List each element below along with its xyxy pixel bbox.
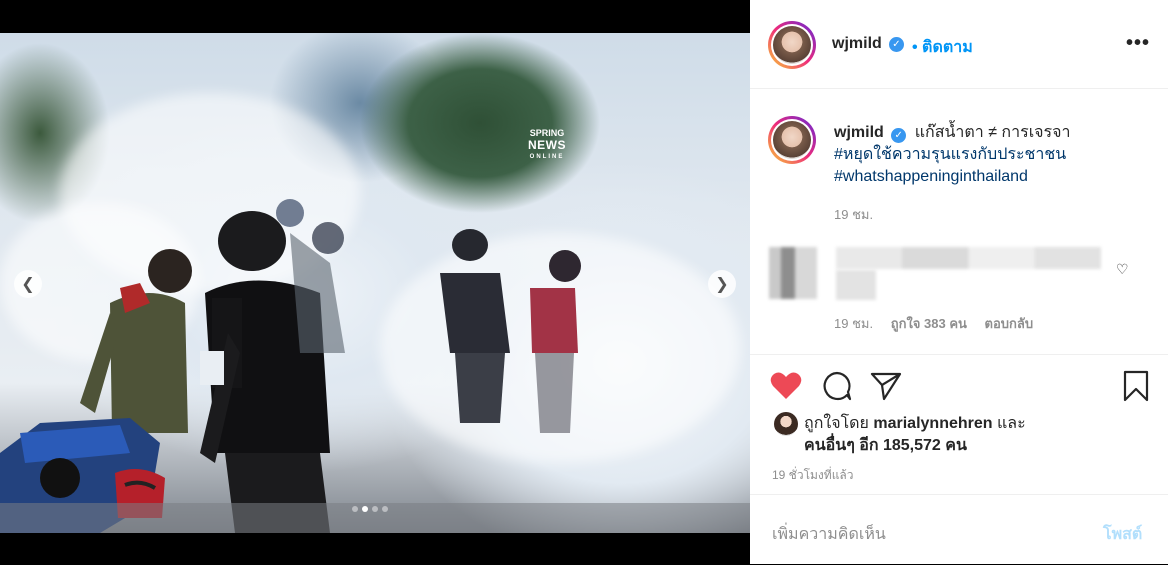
post-caption: wjmild ✓ แก๊สน้ำตา ≠ การเจรจา #หยุดใช้คว…: [834, 122, 1144, 188]
bookmark-icon[interactable]: [1122, 370, 1150, 402]
action-divider: [750, 354, 1168, 356]
post-sidebar: wjmild ✓ • ติดตาม ••• wjmild ✓ แก๊สน้ำตา…: [750, 0, 1168, 564]
comment-input[interactable]: เพิ่มความคิดเห็น: [772, 522, 886, 547]
carousel-dot-active: [362, 506, 368, 512]
news-watermark: SPRING NEWS ONLINE: [528, 127, 566, 163]
more-options-icon[interactable]: •••: [1126, 33, 1150, 53]
comment-meta: 19 ชม. ถูกใจ 383 คน ตอบกลับ: [834, 313, 1047, 334]
chevron-left-icon: ❮: [21, 276, 35, 293]
post-photo[interactable]: SPRING NEWS ONLINE: [0, 33, 750, 533]
caption-username[interactable]: wjmild: [834, 124, 884, 141]
likes-mid: และ: [992, 415, 1026, 432]
carousel-next-button[interactable]: ❯: [708, 270, 736, 298]
carousel-prev-button[interactable]: ❮: [14, 270, 42, 298]
post-header: wjmild ✓ • ติดตาม •••: [750, 0, 1168, 89]
liker-avatar[interactable]: [774, 412, 798, 436]
author-avatar[interactable]: [768, 21, 816, 69]
caption-text: แก๊สน้ำตา ≠ การเจรจา: [914, 124, 1071, 141]
watermark-main: NEWS: [528, 138, 566, 152]
follow-button[interactable]: • ติดตาม: [912, 35, 973, 60]
scene-figures: [0, 199, 750, 533]
comment-timestamp[interactable]: 19 ชม.: [834, 316, 873, 331]
verified-badge-icon: ✓: [889, 37, 904, 52]
comment-icon[interactable]: [821, 371, 853, 401]
watermark-sub: ONLINE: [529, 154, 565, 160]
hashtag-link[interactable]: #whatshappeninginthailand: [834, 166, 1144, 188]
add-comment-bar: เพิ่มความคิดเห็น โพสต์: [750, 494, 1168, 565]
carousel-dot: [372, 506, 378, 512]
comment-reply-button[interactable]: ตอบกลับ: [985, 316, 1034, 331]
verified-badge-icon: ✓: [891, 128, 907, 143]
caption-avatar[interactable]: [768, 116, 816, 164]
hashtag-link[interactable]: #หยุดใช้ความรุนแรงกับประชาชน: [834, 144, 1144, 166]
likes-prefix: ถูกใจโดย: [804, 415, 874, 432]
post-timestamp[interactable]: 19 ชั่วโมงที่แล้ว: [772, 466, 854, 485]
carousel-indicator: [352, 506, 388, 512]
comment-text-blurred: [836, 247, 1101, 269]
carousel-dot: [352, 506, 358, 512]
post-media-area: SPRING NEWS ONLINE ❮ ❯: [0, 0, 750, 564]
liker-username[interactable]: marialynnehren: [873, 415, 992, 432]
post-comment-button[interactable]: โพสต์: [1103, 522, 1142, 547]
comment-likes[interactable]: ถูกใจ 383 คน: [891, 316, 967, 331]
comment-text-blurred: [836, 270, 876, 300]
comment-like-heart-icon[interactable]: ♡: [1116, 261, 1129, 278]
commenter-avatar-blurred[interactable]: [769, 247, 817, 299]
caption-timestamp[interactable]: 19 ชม.: [834, 204, 873, 225]
chevron-right-icon: ❯: [715, 276, 729, 293]
like-heart-icon[interactable]: [770, 371, 802, 401]
carousel-dot: [382, 506, 388, 512]
share-icon[interactable]: [870, 371, 902, 401]
author-username[interactable]: wjmild: [832, 35, 882, 53]
likes-others-link[interactable]: คนอื่นๆ อีก 185,572 คน: [804, 437, 967, 454]
